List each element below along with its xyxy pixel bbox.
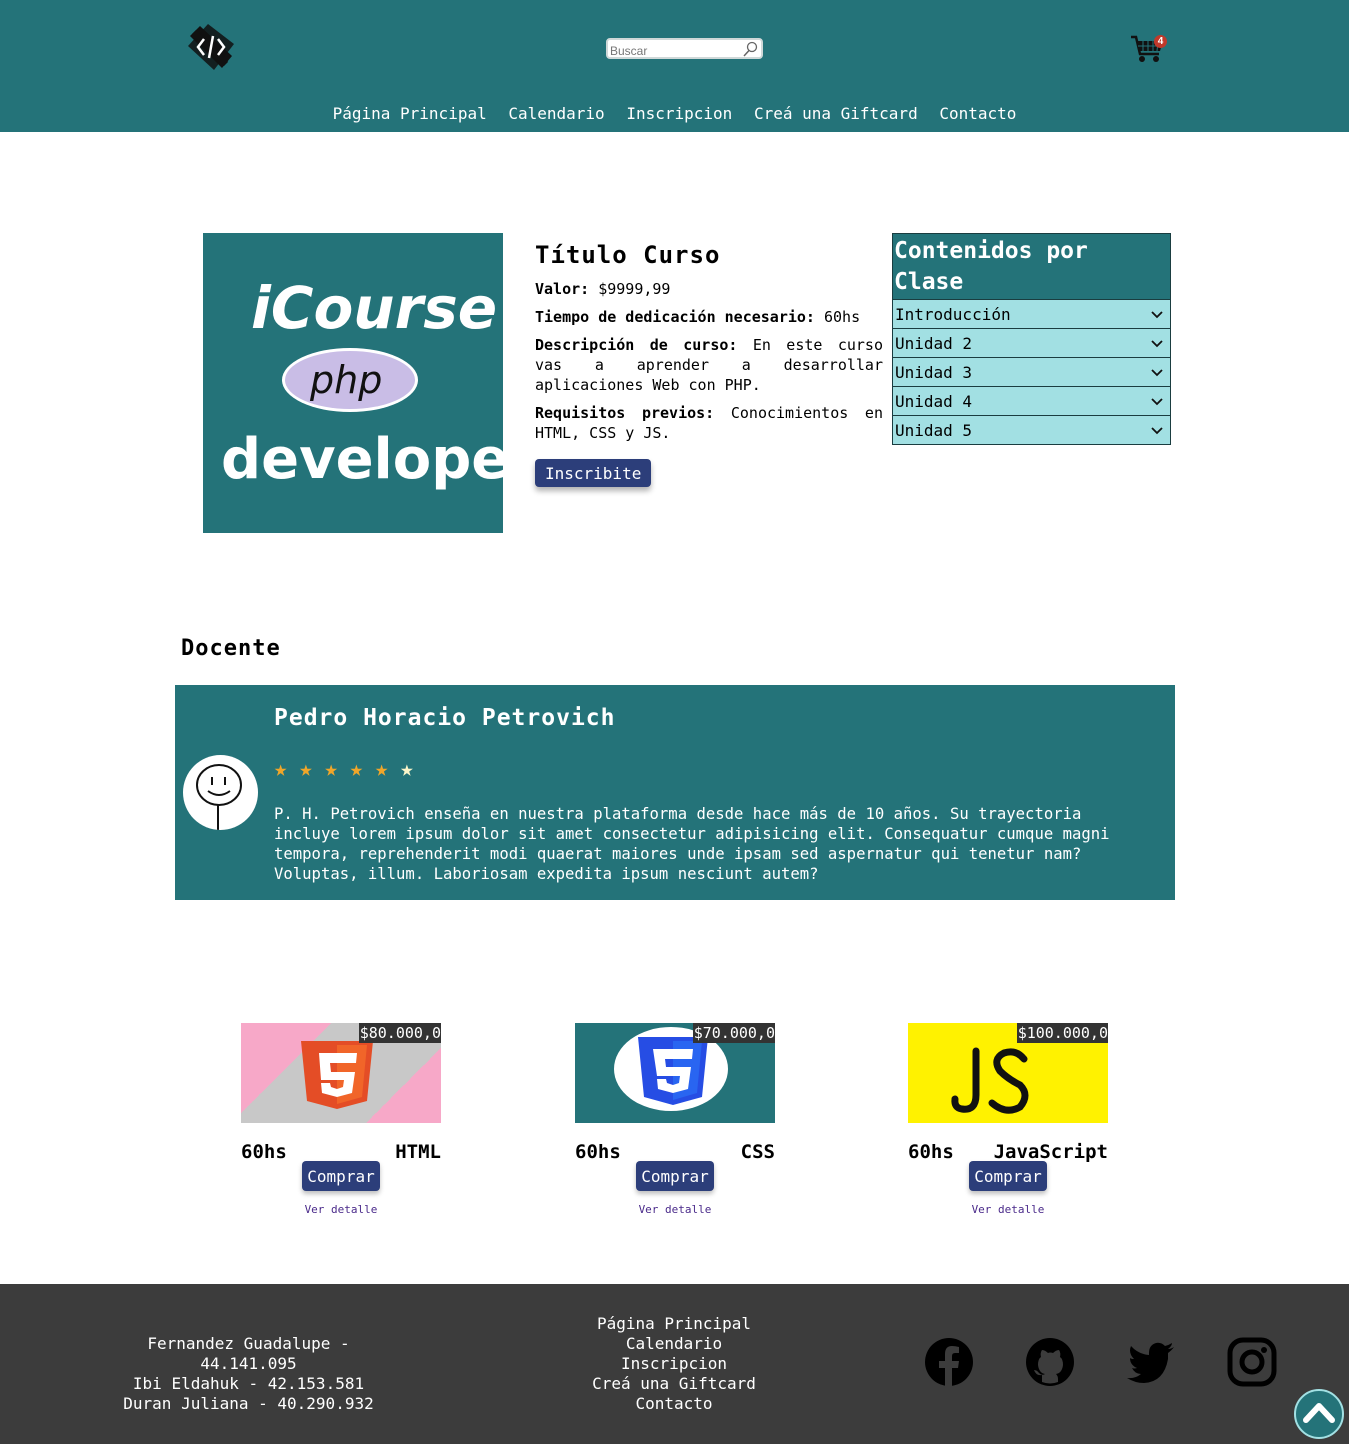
contents-item-label: Unidad 5 <box>895 420 973 440</box>
author-line: Fernandez Guadalupe - 44.141.095 <box>147 1334 350 1373</box>
contents-item-label: Unidad 3 <box>895 362 973 382</box>
course-time: Tiempo de dedicación necesario: 60hs <box>535 308 861 326</box>
chevron-down-icon <box>1151 369 1163 377</box>
search-box <box>606 38 763 60</box>
buy-button[interactable]: Comprar <box>636 1161 714 1191</box>
footer-nav-home[interactable]: Página Principal <box>574 1314 774 1334</box>
contents-item-unit4[interactable]: Unidad 4 <box>893 386 1170 415</box>
contents-item-unit5[interactable]: Unidad 5 <box>893 415 1170 444</box>
course-requirements: Requisitos previos: Conocimientos en HTM… <box>535 404 883 442</box>
enroll-button[interactable]: Inscribite <box>535 459 652 487</box>
scroll-to-top-button[interactable] <box>1294 1389 1344 1439</box>
code-logo-icon <box>188 24 234 70</box>
buy-button[interactable]: Comprar <box>302 1161 380 1191</box>
cart-count-badge: 4 <box>1154 35 1167 48</box>
author-line: Duran Juliana - 40.290.932 <box>123 1394 374 1413</box>
author-line: Ibi Eldahuk - 42.153.581 <box>132 1374 365 1393</box>
contents-item-unit3[interactable]: Unidad 3 <box>893 357 1170 386</box>
star-icon: ★ <box>274 757 288 782</box>
contents-item-label: Unidad 4 <box>895 391 973 411</box>
contents-item-intro[interactable]: Introducción <box>893 299 1170 328</box>
star-icon: ★ <box>400 757 414 782</box>
teacher-bio: P. H. Petrovich enseña en nuestra plataf… <box>274 805 1110 883</box>
search-input[interactable] <box>608 42 738 60</box>
star-icon: ★ <box>375 757 389 782</box>
contents-title: Contenidos por Clase <box>893 234 1170 299</box>
contents-item-label: Introducción <box>895 304 1011 324</box>
product-meta: 60hs CSS <box>575 1141 775 1163</box>
main-nav: Página Principal Calendario Inscripcion … <box>0 104 1349 123</box>
nav-home[interactable]: Página Principal <box>333 104 487 123</box>
product-name: CSS <box>740 1141 775 1163</box>
footer-nav: Página Principal Calendario Inscripcion … <box>574 1314 774 1414</box>
course-description: Descripción de curso: En este curso vas … <box>535 336 883 394</box>
course-image: iCourse php developer <box>203 233 537 533</box>
detail-link[interactable]: Ver detalle <box>575 1203 775 1216</box>
star-icon: ★ <box>299 757 313 782</box>
detail-link[interactable]: Ver detalle <box>908 1203 1108 1216</box>
product-card-html: $80.000,0 60hs HTML Comprar Ver detalle <box>241 1023 441 1216</box>
contents-item-unit2[interactable]: Unidad 2 <box>893 328 1170 357</box>
product-hours: 60hs <box>575 1141 621 1163</box>
footer-nav-calendar[interactable]: Calendario <box>574 1334 774 1354</box>
twitter-icon[interactable] <box>1126 1337 1176 1387</box>
teacher-section-title: Docente <box>181 636 281 661</box>
product-thumbnail[interactable]: $100.000,0 <box>908 1023 1108 1123</box>
course-info: Título Curso Valor: $9999,99 Tiempo de d… <box>535 241 883 487</box>
site-header: 4 Página Principal Calendario Inscripcio… <box>0 0 1349 132</box>
star-icon: ★ <box>324 757 338 782</box>
footer-authors: Fernandez Guadalupe - 44.141.095 Ibi Eld… <box>95 1334 402 1414</box>
course-title: Título Curso <box>535 241 721 269</box>
avatar <box>183 755 258 830</box>
star-icon: ★ <box>349 757 363 782</box>
course-image-art: iCourse php developer <box>221 274 537 492</box>
chevron-down-icon <box>1151 340 1163 348</box>
site-footer: Fernandez Guadalupe - 44.141.095 Ibi Eld… <box>0 1284 1349 1444</box>
product-meta: 60hs JavaScript <box>908 1141 1108 1163</box>
nav-enrollment[interactable]: Inscripcion <box>626 104 732 123</box>
course-image-php: php <box>309 358 382 402</box>
product-meta: 60hs HTML <box>241 1141 441 1163</box>
product-card-javascript: $100.000,0 60hs JavaScript Comprar Ver d… <box>908 1023 1108 1216</box>
footer-nav-enrollment[interactable]: Inscripcion <box>574 1354 774 1374</box>
product-price: $100.000,0 <box>1016 1023 1108 1043</box>
nav-calendar[interactable]: Calendario <box>508 104 604 123</box>
footer-nav-contact[interactable]: Contacto <box>574 1394 774 1414</box>
teacher-name: Pedro Horacio Petrovich <box>274 705 616 731</box>
course-image-title: iCourse <box>251 274 497 342</box>
product-thumbnail[interactable]: $80.000,0 <box>241 1023 441 1123</box>
course-image-subtitle: developer <box>221 427 503 492</box>
facebook-icon[interactable] <box>924 1337 974 1387</box>
product-name: JavaScript <box>993 1141 1108 1163</box>
nav-giftcard[interactable]: Creá una Giftcard <box>754 104 918 123</box>
search-icon[interactable] <box>742 41 758 57</box>
contents-item-label: Unidad 2 <box>895 333 973 353</box>
chevron-down-icon <box>1151 311 1163 319</box>
detail-link[interactable]: Ver detalle <box>241 1203 441 1216</box>
product-price: $70.000,0 <box>692 1023 775 1043</box>
teacher-card: Pedro Horacio Petrovich ★ ★ ★ ★ ★ ★ P. H… <box>175 685 1175 900</box>
footer-nav-giftcard[interactable]: Creá una Giftcard <box>574 1374 774 1394</box>
chevron-down-icon <box>1151 398 1163 406</box>
buy-button[interactable]: Comprar <box>969 1161 1047 1191</box>
chevron-down-icon <box>1151 427 1163 435</box>
teacher-rating: ★ ★ ★ ★ ★ ★ <box>274 759 414 781</box>
chevron-up-icon <box>1303 1403 1335 1423</box>
product-hours: 60hs <box>908 1141 954 1163</box>
course-price: Valor: $9999,99 <box>535 280 671 298</box>
product-name: HTML <box>395 1141 441 1163</box>
github-icon[interactable] <box>1025 1337 1075 1387</box>
nav-contact[interactable]: Contacto <box>939 104 1016 123</box>
instagram-icon[interactable] <box>1227 1337 1277 1387</box>
smiley-face-icon <box>196 764 242 830</box>
product-hours: 60hs <box>241 1141 287 1163</box>
product-thumbnail[interactable]: $70.000,0 <box>575 1023 775 1123</box>
product-price: $80.000,0 <box>358 1023 441 1043</box>
product-card-css: $70.000,0 60hs CSS Comprar Ver detalle <box>575 1023 775 1216</box>
course-contents: Contenidos por Clase Introducción Unidad… <box>892 233 1171 445</box>
